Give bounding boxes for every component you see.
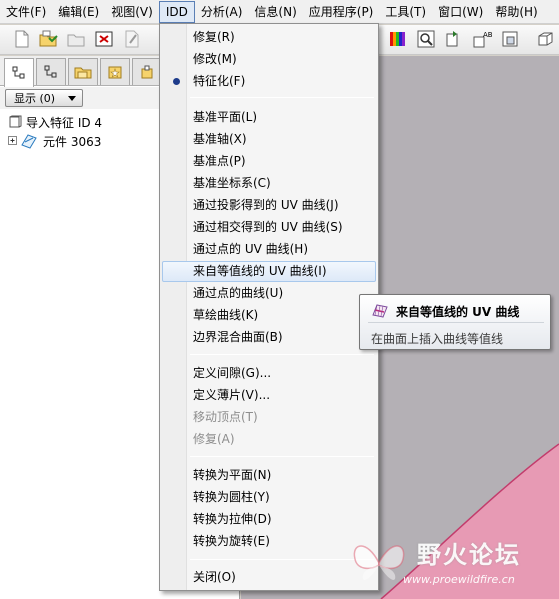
menu-window[interactable]: 窗口(W) <box>432 1 489 23</box>
model-tree-icon <box>12 66 25 79</box>
menu-item-uv-curve-intersection[interactable]: 通过相交得到的 UV 曲线(S) <box>162 217 376 238</box>
menu-idd[interactable]: IDD <box>158 0 195 23</box>
menu-item-datum-axis[interactable]: 基准轴(X) <box>162 129 376 150</box>
tree-row-label: 元件 3063 <box>43 134 102 149</box>
menu-item-uv-curve-isoline[interactable]: 来自等值线的 UV 曲线(I) <box>162 261 376 282</box>
view-cube-icon[interactable] <box>535 29 555 49</box>
orient-icon[interactable]: AB <box>472 29 493 49</box>
menu-bar: 文件(F) 编辑(E) 视图(V) IDD 分析(A) 信息(N) 应用程序(P… <box>0 0 559 24</box>
tooltip-description: 在曲面上插入曲线等值线 <box>371 332 504 346</box>
uv-isoline-curve-icon <box>372 304 388 318</box>
tab-model-tree[interactable] <box>4 58 34 87</box>
saved-view-icon[interactable] <box>500 29 520 49</box>
tree-row-imported-feature[interactable]: 导入特征 ID 4 <box>8 113 102 131</box>
menu-item-datum-point[interactable]: 基准点(P) <box>162 151 376 172</box>
expand-plus-icon[interactable] <box>8 136 18 146</box>
svg-text:AB: AB <box>483 31 492 39</box>
imported-feature-icon <box>9 115 22 128</box>
menu-item-label: 特征化(F) <box>193 74 246 88</box>
menu-item-repair-r[interactable]: 修复(R) <box>162 27 376 48</box>
butterfly-logo-icon <box>353 545 405 580</box>
open-icon[interactable] <box>66 29 86 49</box>
layer-tree-icon <box>44 65 57 78</box>
menu-item-define-sliver[interactable]: 定义薄片(V)... <box>162 385 376 406</box>
menu-file[interactable]: 文件(F) <box>0 1 52 23</box>
menu-item-repair-a: 修复(A) <box>193 432 235 446</box>
show-dropdown-button[interactable]: 显示 (0) <box>5 89 83 107</box>
menu-item-datum-csys[interactable]: 基准坐标系(C) <box>162 173 376 194</box>
favorites-icon <box>108 66 122 79</box>
menu-separator <box>190 456 374 457</box>
new-file-icon[interactable] <box>12 29 32 49</box>
edit-icon[interactable] <box>122 29 142 49</box>
show-button-label: 显示 (0) <box>14 92 56 105</box>
tooltip-divider <box>368 322 544 323</box>
menu-separator <box>190 354 374 355</box>
menu-item-curve-through-points[interactable]: 通过点的曲线(U) <box>162 283 376 304</box>
idd-dropdown-menu: 修复(R) 修改(M) 特征化(F) 基准平面(L) 基准轴(X) 基准点(P)… <box>159 23 379 591</box>
menu-item-move-vertex: 移动顶点(T) <box>193 410 258 424</box>
close-window-icon[interactable] <box>94 29 114 49</box>
tab-connections[interactable] <box>132 58 162 85</box>
menu-analysis[interactable]: 分析(A) <box>195 1 249 23</box>
menu-item-featurize[interactable]: 特征化(F) <box>162 71 376 92</box>
color-bars-icon[interactable] <box>388 29 408 49</box>
menu-item-modify[interactable]: 修改(M) <box>162 49 376 70</box>
menu-tooltip: 来自等值线的 UV 曲线 在曲面上插入曲线等值线 <box>359 294 551 350</box>
menu-item-boundary-blend[interactable]: 边界混合曲面(B) <box>162 327 376 348</box>
menu-item-convert-cylinder[interactable]: 转换为圆柱(Y) <box>162 487 376 508</box>
repaint-icon[interactable] <box>444 29 464 49</box>
component-surface-icon <box>21 134 37 149</box>
watermark-url: www.proewildfire.cn <box>403 573 515 586</box>
tooltip-title: 来自等值线的 UV 曲线 <box>396 305 520 319</box>
menu-view[interactable]: 视图(V) <box>105 1 159 23</box>
menu-item-uv-curve-projection[interactable]: 通过投影得到的 UV 曲线(J) <box>162 195 376 216</box>
menu-edit[interactable]: 编辑(E) <box>52 1 105 23</box>
menu-help[interactable]: 帮助(H) <box>489 1 543 23</box>
chevron-down-icon <box>68 96 76 101</box>
zoom-icon[interactable] <box>416 29 436 49</box>
menu-separator <box>190 97 374 98</box>
tab-layers[interactable] <box>36 58 66 85</box>
tree-row-label: 导入特征 ID 4 <box>26 115 103 130</box>
menu-applications[interactable]: 应用程序(P) <box>303 1 380 23</box>
menu-item-define-gap[interactable]: 定义间隙(G)... <box>162 363 376 384</box>
watermark: 野火论坛 www.proewildfire.cn <box>343 527 555 595</box>
open-folder-icon[interactable] <box>38 29 58 49</box>
menu-item-datum-plane[interactable]: 基准平面(L) <box>162 107 376 128</box>
menu-tools[interactable]: 工具(T) <box>379 1 432 23</box>
menu-item-convert-plane[interactable]: 转换为平面(N) <box>162 465 376 486</box>
watermark-text: 野火论坛 <box>417 541 521 569</box>
folder-browser-icon <box>74 67 92 79</box>
menu-info[interactable]: 信息(N) <box>248 1 302 23</box>
menu-item-uv-curve-through-points[interactable]: 通过点的 UV 曲线(H) <box>162 239 376 260</box>
tab-folder[interactable] <box>68 58 98 85</box>
menu-item-sketch-curve[interactable]: 草绘曲线(K) <box>162 305 376 326</box>
tree-row-component[interactable]: 元件 3063 <box>8 132 101 150</box>
tab-favorites[interactable] <box>100 58 130 85</box>
connections-icon <box>141 65 153 79</box>
radio-checked-icon <box>173 78 180 85</box>
